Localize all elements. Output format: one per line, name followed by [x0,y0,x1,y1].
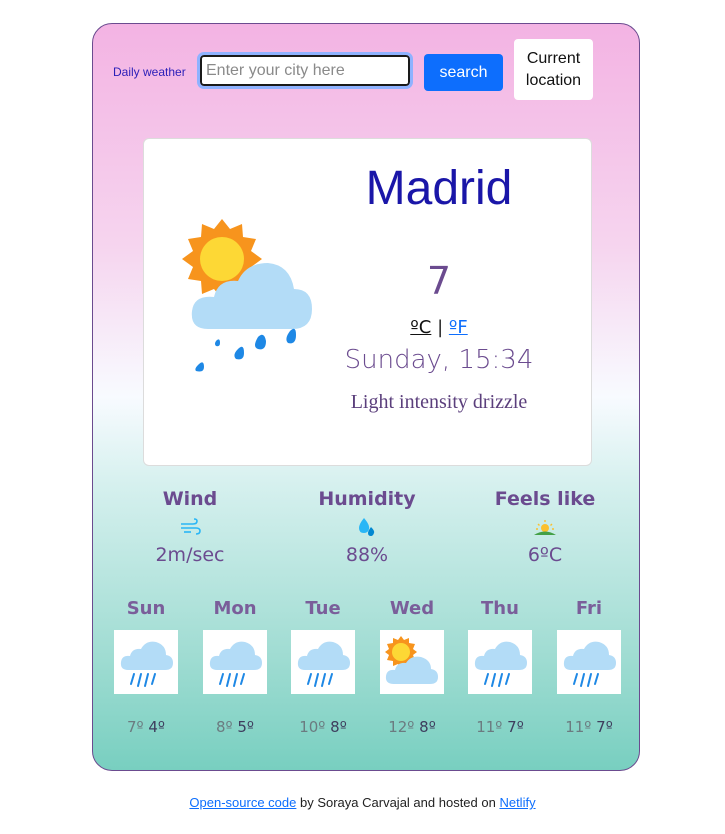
footer: Open-source code by Soraya Carvajal and … [0,795,725,810]
current-temperature: 7 [426,259,452,303]
unit-toggle: ºC | ºF [354,317,524,338]
current-location-button[interactable]: Current location [514,39,593,100]
forecast-max: 11º [476,718,503,736]
forecast-day: Fri 11º 7º [554,598,624,736]
forecast-day-name: Tue [305,598,341,619]
weather-app: Daily weather search Current location Mad… [92,23,640,771]
unit-separator: | [437,317,444,338]
forecast-day: Sun 7º 4º [111,598,181,736]
forecast-min: 7º [596,718,613,736]
forecast-day-name: Mon [213,598,257,619]
weather-description: Light intensity drizzle [350,391,528,413]
rain-cloud-icon [297,641,350,687]
feels-like-value: 6ºC [527,544,563,566]
netlify-link[interactable]: Netlify [499,795,535,810]
footer-credit: by Soraya Carvajal and hosted on [296,795,500,810]
forecast-day: Tue 10º 8º [288,598,358,736]
humidity-detail: Humidity 88% [292,488,442,566]
current-location-label-1: Current [526,49,581,67]
wind-value: 2m/sec [155,544,225,566]
current-date: Sunday, 15:34 [344,345,534,375]
forecast-day: Thu 11º 7º [465,598,535,736]
current-weather-card: Madrid 7 ºC | ºF Sunday, 15:34 Light int… [143,138,592,466]
sunrise-icon [534,520,556,535]
forecast-max: 11º [565,718,592,736]
forecast-day: Mon 8º 5º [200,598,270,736]
source-code-link[interactable]: Open-source code [189,795,296,810]
forecast-day-name: Thu [481,598,519,619]
forecast-min: 8º [330,718,347,736]
sun-cloud-drizzle-icon [182,219,312,372]
rain-cloud-icon [563,641,616,687]
humidity-value: 88% [345,544,389,566]
forecast-min: 8º [419,718,436,736]
forecast-max: 10º [299,718,326,736]
wind-label: Wind [162,488,218,510]
forecast-max: 12º [388,718,415,736]
forecast-day-name: Fri [575,598,603,619]
search-button[interactable]: search [424,54,503,91]
wind-icon [181,518,201,535]
rain-cloud-icon [209,641,262,687]
rain-cloud-icon [474,641,527,687]
sun-cloud-icon [385,636,438,684]
forecast-max: 7º [126,718,144,736]
city-search-input[interactable] [197,52,413,89]
humidity-label: Humidity [318,488,416,510]
forecast-day: Wed 12º 8º [377,598,447,736]
humidity-icon [359,518,375,536]
wind-detail: Wind 2m/sec [115,488,265,566]
forecast-day-name: Wed [389,598,435,619]
forecast-max: 8º [215,718,233,736]
forecast-min: 5º [237,718,255,736]
forecast-day-name: Sun [126,598,166,619]
feels-like-label: Feels like [494,488,596,510]
brand-label: Daily weather [113,65,186,79]
forecast-min: 4º [148,718,166,736]
forecast-min: 7º [507,718,524,736]
fahrenheit-link[interactable]: ºF [449,317,468,338]
rain-cloud-icon [120,641,173,687]
feels-like-detail: Feels like 6ºC [470,488,620,566]
current-location-label-2: location [525,71,582,89]
city-name: Madrid [365,162,513,215]
celsius-link[interactable]: ºC [410,317,431,338]
